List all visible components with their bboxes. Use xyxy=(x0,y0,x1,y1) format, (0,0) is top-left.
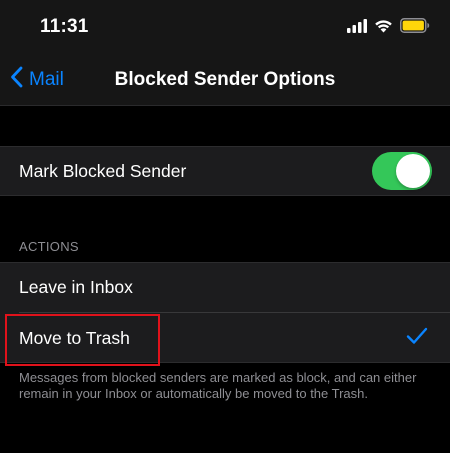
mark-blocked-sender-toggle[interactable] xyxy=(372,152,432,190)
battery-icon xyxy=(400,18,430,38)
checkmark-icon xyxy=(406,327,428,350)
status-bar: 11:31 xyxy=(0,0,450,58)
mark-blocked-sender-label: Mark Blocked Sender xyxy=(19,160,187,181)
status-icons xyxy=(347,18,430,38)
action-option-label: Leave in Inbox xyxy=(19,276,133,297)
actions-section-header: ACTIONS xyxy=(19,239,79,254)
navigation-bar: Mail Blocked Sender Options xyxy=(0,58,450,106)
highlight-annotation xyxy=(5,314,160,366)
toggle-knob xyxy=(396,154,430,188)
actions-footer-note: Messages from blocked senders are marked… xyxy=(19,370,417,401)
wifi-icon xyxy=(374,19,393,38)
signal-icon xyxy=(347,18,367,38)
page-title: Blocked Sender Options xyxy=(114,69,336,90)
status-time: 11:31 xyxy=(40,16,89,37)
action-option-leave-in-inbox[interactable]: Leave in Inbox xyxy=(0,262,450,312)
